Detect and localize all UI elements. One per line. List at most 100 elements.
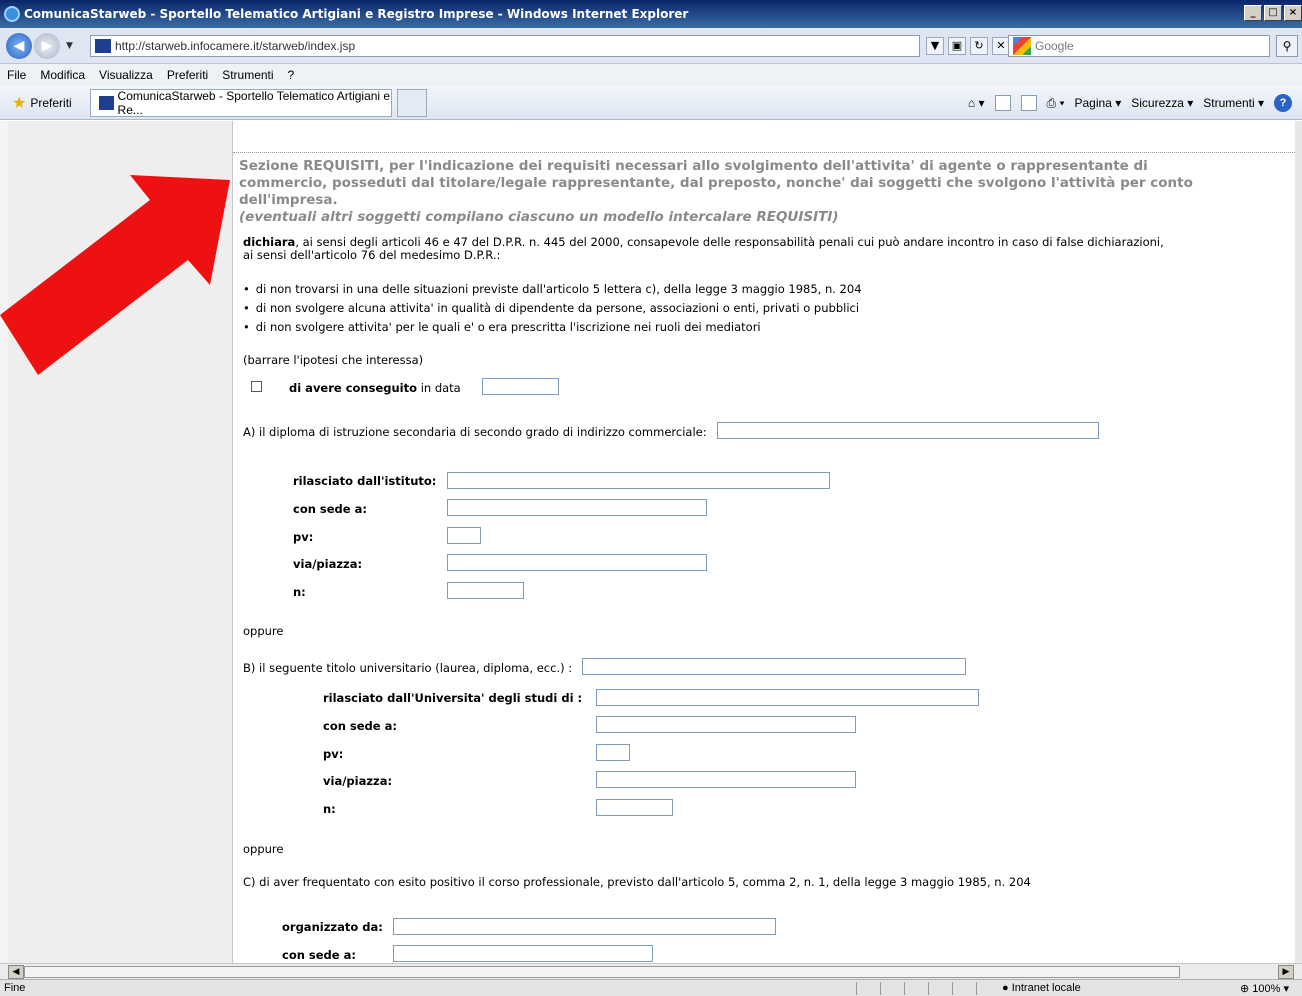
- window-title: ComunicaStarweb - Sportello Telematico A…: [24, 7, 689, 21]
- address-field[interactable]: http://starweb.infocamere.it/starweb/ind…: [90, 35, 920, 57]
- zoom-level[interactable]: ⊕ 100% ▾: [1240, 982, 1289, 995]
- a-via-label: via/piazza:: [293, 557, 363, 571]
- active-tab[interactable]: ComunicaStarweb - Sportello Telematico A…: [90, 89, 392, 117]
- b-n-label: n:: [323, 802, 336, 816]
- titolo-field[interactable]: [582, 658, 966, 675]
- b-via-field[interactable]: [596, 771, 856, 788]
- conseguito-label: di avere conseguito in data: [289, 381, 461, 395]
- b-sede-label: con sede a:: [323, 719, 397, 733]
- close-window-button[interactable]: ×: [1284, 5, 1302, 21]
- vertical-scrollbar[interactable]: [1295, 121, 1302, 963]
- search-icon[interactable]: ⚲: [1276, 35, 1298, 57]
- scroll-thumb[interactable]: [24, 966, 1180, 978]
- c-sede-field[interactable]: [393, 945, 653, 962]
- page-menu[interactable]: Pagina ▾: [1075, 96, 1122, 110]
- b-sede-field[interactable]: [596, 716, 856, 733]
- heading-note: (eventuali altri soggetti compilano cias…: [239, 209, 839, 225]
- compatibility-icon[interactable]: ▣: [948, 37, 966, 55]
- menu-visualizza[interactable]: Visualizza: [92, 68, 160, 82]
- a-istituto-field[interactable]: [447, 472, 830, 489]
- status-divider: [952, 982, 953, 995]
- heading-text: Sezione REQUISITI, per l'indicazione dei…: [239, 158, 1193, 208]
- mail-icon[interactable]: [1020, 95, 1037, 111]
- a-n-field[interactable]: [447, 582, 524, 599]
- b-pv-label: pv:: [323, 747, 344, 761]
- left-frame: [8, 121, 233, 963]
- address-url[interactable]: http://starweb.infocamere.it/starweb/ind…: [115, 39, 355, 53]
- c-organizzato-label: organizzato da:: [282, 920, 383, 934]
- barrare-note: (barrare l'ipotesi che interessa): [243, 353, 424, 367]
- history-dropdown-icon[interactable]: ▼: [66, 41, 73, 51]
- horizontal-scrollbar[interactable]: ◀ ▶: [0, 963, 1302, 979]
- a-via-field[interactable]: [447, 554, 707, 571]
- left-margin: [0, 121, 8, 963]
- a-pv-label: pv:: [293, 530, 314, 544]
- refresh-icon[interactable]: ↻: [970, 37, 988, 55]
- a-sede-field[interactable]: [447, 499, 707, 516]
- a-istituto-label: rilasciato dall'istituto:: [293, 474, 437, 488]
- help-icon[interactable]: ?: [1274, 94, 1292, 112]
- status-divider: [904, 982, 905, 995]
- oppure-2: oppure: [243, 842, 284, 856]
- menu-bar: File Modifica Visualizza Preferiti Strum…: [0, 64, 1302, 86]
- menu-file[interactable]: File: [0, 68, 33, 82]
- oppure-1: oppure: [243, 624, 284, 638]
- search-field[interactable]: Google: [1008, 35, 1270, 57]
- diploma-field[interactable]: [717, 422, 1099, 439]
- search-placeholder[interactable]: Google: [1035, 39, 1074, 53]
- favorites-button[interactable]: Preferiti: [30, 96, 71, 110]
- status-divider: [928, 982, 929, 995]
- new-tab-button[interactable]: [397, 89, 427, 117]
- maximize-button[interactable]: □: [1264, 5, 1282, 21]
- command-bar: ⌂ ▾ ⎙ ▾ Pagina ▾ Sicurezza ▾ Strumenti ▾…: [968, 94, 1292, 112]
- security-zone[interactable]: ● Intranet locale: [1002, 982, 1081, 994]
- window-controls: _ □ ×: [1244, 5, 1302, 21]
- b-pv-field[interactable]: [596, 744, 630, 761]
- a-sede-label: con sede a:: [293, 502, 367, 516]
- security-menu[interactable]: Sicurezza ▾: [1131, 96, 1193, 110]
- b-universita-field[interactable]: [596, 689, 979, 706]
- back-button[interactable]: ◀: [6, 32, 32, 59]
- section-heading: Sezione REQUISITI, per l'indicazione dei…: [239, 158, 1239, 226]
- conseguito-checkbox[interactable]: [251, 381, 262, 392]
- b-n-field[interactable]: [596, 799, 673, 816]
- b-via-label: via/piazza:: [323, 774, 393, 788]
- favorites-star-icon[interactable]: ★: [12, 93, 26, 113]
- status-divider: [880, 982, 881, 995]
- address-actions: ▼ ▣ ↻ ✕: [926, 37, 1010, 55]
- menu-preferiti[interactable]: Preferiti: [160, 68, 215, 82]
- minimize-button[interactable]: _: [1244, 5, 1262, 21]
- menu-help[interactable]: ?: [281, 68, 302, 82]
- tab-title[interactable]: ComunicaStarweb - Sportello Telematico A…: [118, 89, 391, 117]
- c-sede-label: con sede a:: [282, 948, 356, 962]
- google-icon: [1013, 37, 1031, 55]
- c-organizzato-field[interactable]: [393, 918, 776, 935]
- forward-button[interactable]: ▶: [34, 32, 60, 59]
- date-field[interactable]: [482, 378, 559, 395]
- navigation-bar: ◀ ▶ ▼ http://starweb.infocamere.it/starw…: [0, 28, 1302, 64]
- menu-strumenti[interactable]: Strumenti: [215, 68, 280, 82]
- feeds-icon[interactable]: [994, 95, 1011, 111]
- home-icon[interactable]: ⌂ ▾: [968, 96, 985, 110]
- status-bar: Fine ● Intranet locale ⊕ 100% ▾: [0, 979, 1302, 996]
- status-divider: [976, 982, 977, 995]
- divider: [233, 152, 1295, 153]
- tools-menu[interactable]: Strumenti ▾: [1203, 96, 1264, 110]
- a-pv-field[interactable]: [447, 527, 481, 544]
- status-divider: [856, 982, 857, 995]
- address-dropdown-icon[interactable]: ▼: [926, 37, 944, 55]
- site-favicon-icon: [95, 39, 111, 53]
- menu-modifica[interactable]: Modifica: [33, 68, 92, 82]
- scroll-right-icon[interactable]: ▶: [1278, 965, 1294, 979]
- scroll-left-icon[interactable]: ◀: [8, 965, 24, 979]
- tab-favicon-icon: [99, 96, 114, 110]
- section-b-label: B) il seguente titolo universitario (lau…: [243, 661, 573, 675]
- a-n-label: n:: [293, 585, 306, 599]
- favorites-bar: ★ Preferiti ComunicaStarweb - Sportello …: [0, 86, 1302, 120]
- b-universita-label: rilasciato dall'Universita' degli studi …: [323, 691, 583, 705]
- bullet-1: di non trovarsi in una delle situazioni …: [243, 283, 862, 296]
- declaration-text: dichiara, ai sensi degli articoli 46 e 4…: [243, 235, 1164, 262]
- print-icon[interactable]: ⎙ ▾: [1047, 96, 1065, 111]
- section-c-label: C) di aver frequentato con esito positiv…: [243, 875, 1031, 889]
- bullet-3: di non svolgere attivita' per le quali e…: [243, 321, 761, 334]
